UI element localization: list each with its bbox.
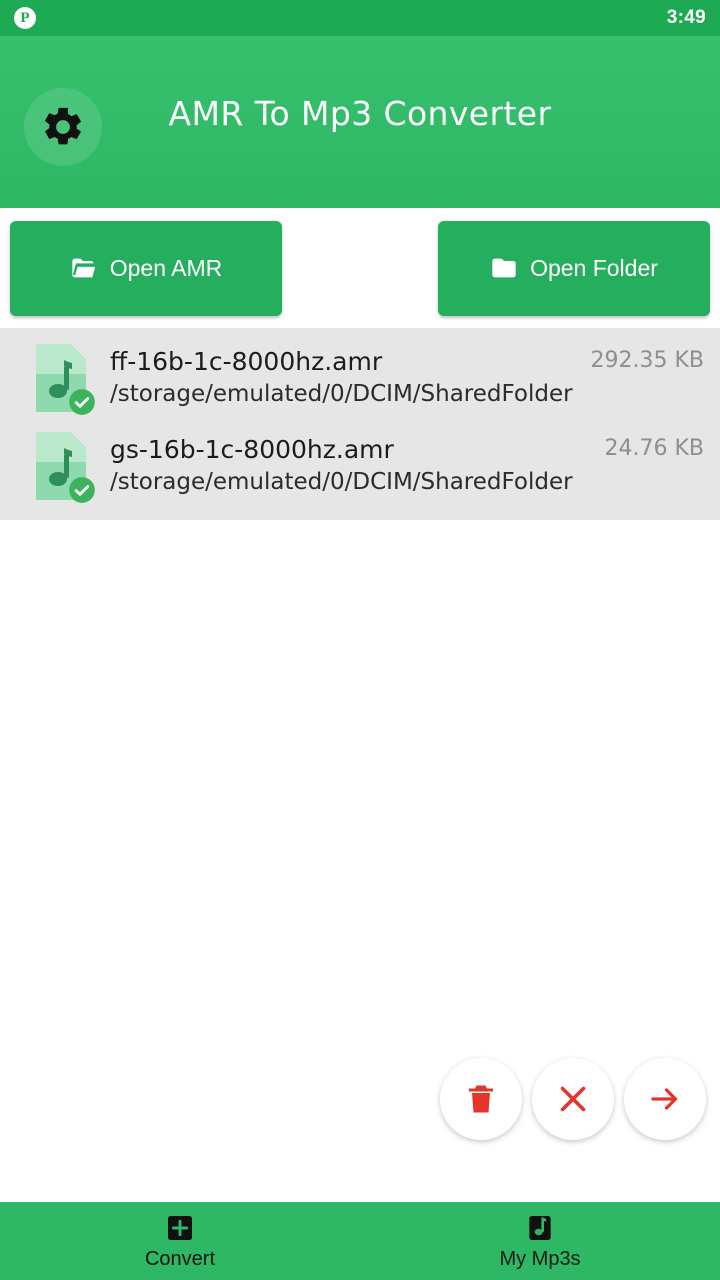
app-bar: AMR To Mp3 Converter [0, 36, 720, 208]
file-list: ff-16b-1c-8000hz.amr /storage/emulated/0… [0, 328, 720, 520]
open-folder-icon [70, 254, 98, 282]
check-badge-icon [69, 389, 95, 415]
tab-my-mp3s[interactable]: My Mp3s [360, 1202, 720, 1280]
folder-icon [490, 254, 518, 282]
tab-convert[interactable]: Convert [0, 1202, 360, 1280]
status-bar: P 3:49 [0, 0, 720, 36]
file-meta: gs-16b-1c-8000hz.amr /storage/emulated/0… [110, 434, 577, 498]
open-folder-button[interactable]: Open Folder [438, 220, 710, 316]
clear-button[interactable] [532, 1058, 614, 1140]
delete-button[interactable] [440, 1058, 522, 1140]
check-badge-icon [69, 477, 95, 503]
music-note-icon [529, 1215, 551, 1240]
tab-my-mp3s-label: My Mp3s [499, 1247, 581, 1270]
audio-file-icon [30, 430, 95, 503]
audio-file-icon [30, 342, 95, 415]
open-folder-label: Open Folder [530, 254, 658, 281]
list-item[interactable]: ff-16b-1c-8000hz.amr /storage/emulated/0… [0, 334, 720, 422]
trash-icon [469, 1085, 493, 1113]
file-path: /storage/emulated/0/DCIM/SharedFolder [110, 380, 573, 407]
pinterest-icon: P [14, 7, 36, 29]
action-bar: Open AMR Open Folder [0, 208, 720, 328]
list-item[interactable]: gs-16b-1c-8000hz.amr /storage/emulated/0… [0, 422, 720, 510]
page-title: AMR To Mp3 Converter [168, 94, 552, 133]
file-size: 24.76 KB [604, 436, 705, 461]
close-icon [560, 1086, 586, 1112]
status-bar-clock: 3:49 [666, 7, 706, 28]
convert-icon [168, 1215, 192, 1240]
open-amr-button[interactable]: Open AMR [10, 220, 282, 316]
file-meta: ff-16b-1c-8000hz.amr /storage/emulated/0… [110, 346, 573, 410]
arrow-right-icon [651, 1088, 678, 1110]
bottom-navigation: Convert My Mp3s [0, 1202, 720, 1280]
file-name: ff-16b-1c-8000hz.amr [110, 347, 383, 377]
floating-action-bar [440, 1058, 706, 1140]
open-amr-label: Open AMR [109, 254, 223, 281]
next-button[interactable] [624, 1058, 706, 1140]
file-size: 292.35 KB [590, 348, 705, 373]
status-bar-left: P [14, 7, 36, 29]
file-name: gs-16b-1c-8000hz.amr [110, 435, 394, 465]
file-path: /storage/emulated/0/DCIM/SharedFolder [110, 468, 573, 495]
tab-convert-label: Convert [144, 1247, 216, 1270]
